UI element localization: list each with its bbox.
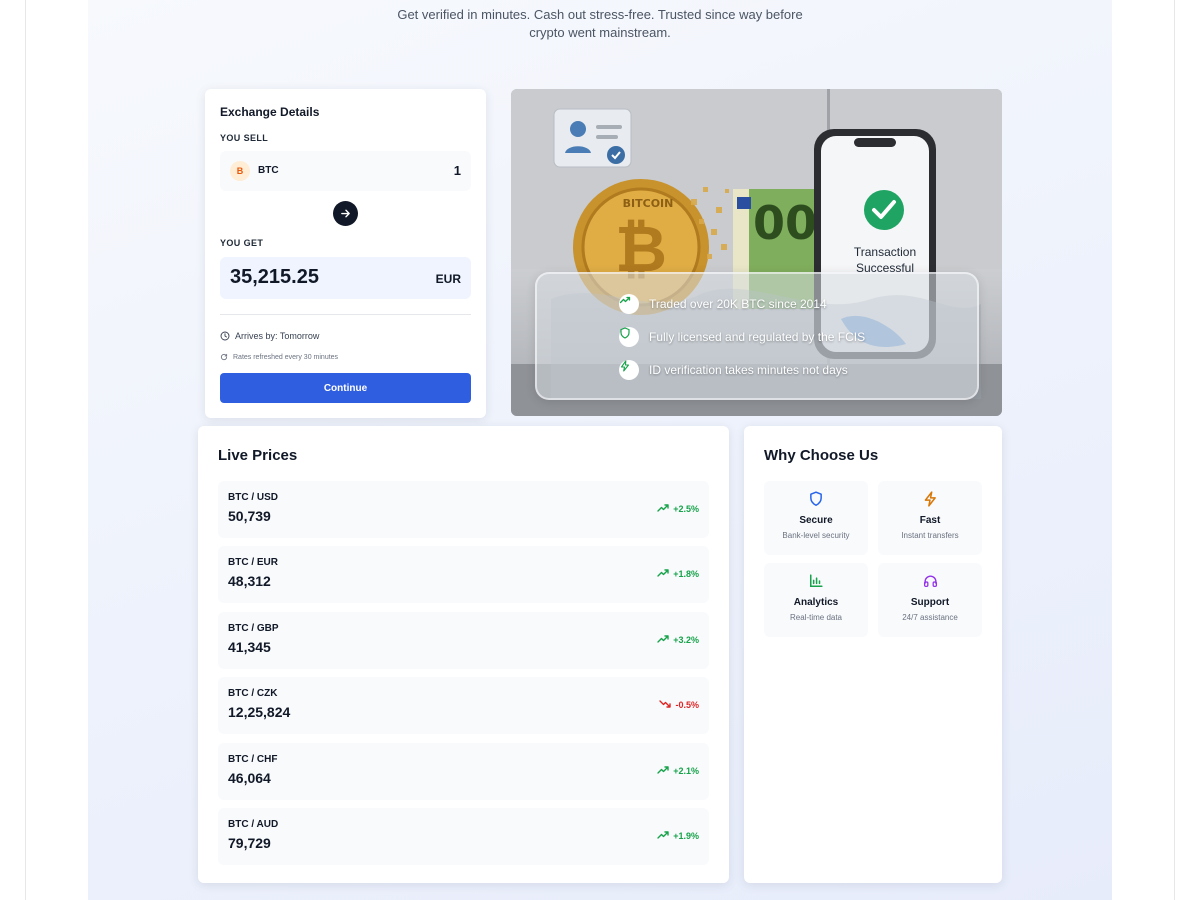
feature-item-licensed: Fully licensed and regulated by the FCIS [619,327,865,347]
feature-text-licensed: Fully licensed and regulated by the FCIS [649,330,866,344]
shield-icon [619,327,639,347]
price-change: -0.5% [659,699,699,711]
lightning-icon [923,491,937,507]
live-prices-card: Live Prices BTC / USD 50,739 +2.5% BTC / EU… [198,426,729,883]
price-value: 48,312 [228,573,271,590]
trending-down-icon [659,699,672,711]
live-prices-title: Live Prices [218,447,298,464]
arrow-right-icon [341,209,350,218]
bitcoin-icon: B [230,161,250,181]
price-change: +2.5% [657,503,699,515]
get-output: 35,215.25 EUR [220,257,471,299]
refresh-text: Rates refreshed every 30 minutes [233,353,339,361]
why-tile-support: Support 24/7 assistance [878,563,982,637]
phone-text-line-1: Transaction [854,245,916,259]
lightning-icon [619,360,639,380]
trending-up-icon [657,765,669,777]
price-row[interactable]: BTC / CZK 12,25,824 -0.5% [218,677,709,735]
sell-coin-name: BTC [258,165,279,176]
price-change-value: +3.2% [673,634,699,645]
trending-up-icon [657,634,669,646]
price-change-value: -0.5% [675,700,699,711]
refresh-info: Rates refreshed every 30 minutes [220,353,338,361]
why-tile-description: 24/7 assistance [902,613,958,622]
feature-item-verification: ID verification takes minutes not days [619,360,848,380]
price-change-value: +2.5% [673,504,699,514]
bar-chart-icon [809,573,823,589]
why-grid: Secure Bank-level security Fast Instant tra… [764,481,983,637]
exchange-details-title: Exchange Details [220,105,320,119]
get-amount: 35,215.25 [230,266,319,288]
why-tile-title: Analytics [793,597,839,608]
you-sell-label: YOU SELL [220,133,269,143]
features-overlay: Traded over 20K BTC since 2014 Fully lic… [535,272,979,400]
why-tile-secure: Secure Bank-level security [764,481,868,555]
price-value: 12,25,824 [228,704,291,721]
hero-subtitle: Get verified in minutes. Cash out stress… [350,6,850,42]
clock-icon [220,331,230,341]
price-pair: BTC / GBP [228,622,279,634]
divider [220,314,471,315]
why-tile-analytics: Analytics Real-time data [764,563,868,637]
hero-image: ₿ BITCOIN 00 Transaction Successful Trad… [511,89,1002,416]
shield-icon [809,491,823,507]
price-row[interactable]: BTC / USD 50,739 +2.5% [218,481,709,538]
trending-up-icon [657,568,669,580]
arrival-info: Arrives by: Tomorrow [220,331,319,341]
price-value: 41,345 [228,638,271,655]
feature-text-traded: Traded over 20K BTC since 2014 [649,297,827,311]
price-value: 79,729 [228,834,271,851]
hero-subtitle-line-1: Get verified in minutes. Cash out stress… [397,7,803,22]
sell-amount[interactable]: 1 [454,163,461,178]
why-tile-fast: Fast Instant transfers [878,481,982,555]
price-pair: BTC / USD [228,492,278,503]
price-value: 50,739 [228,508,271,524]
why-tile-title: Support [910,597,950,608]
price-change-value: +2.1% [673,765,699,776]
why-tile-description: Bank-level security [782,531,850,540]
price-change: +3.2% [657,634,699,646]
price-row[interactable]: BTC / EUR 48,312 +1.8% [218,546,709,604]
get-currency: EUR [435,272,461,286]
price-change-value: +1.8% [673,569,699,580]
sell-input[interactable]: B BTC 1 [220,151,471,191]
price-list: BTC / USD 50,739 +2.5% BTC / EUR 48,312 +1.8%… [218,481,709,873]
refresh-icon [220,353,228,361]
price-pair: BTC / CZK [228,688,278,700]
headphones-icon [923,573,938,589]
price-change-value: +1.9% [673,830,699,841]
price-change: +2.1% [657,765,699,777]
price-change: +1.9% [657,830,699,842]
coin-text: BITCOIN [623,197,674,210]
price-change: +1.8% [657,568,699,580]
why-tile-description: Real-time data [789,613,843,622]
trending-up-icon [657,830,669,842]
trending-up-icon [619,294,639,314]
feature-text-verification: ID verification takes minutes not days [649,363,848,377]
price-row[interactable]: BTC / GBP 41,345 +3.2% [218,611,709,669]
feature-item-traded: Traded over 20K BTC since 2014 [619,294,827,314]
price-pair: BTC / AUD [228,818,279,830]
price-pair: BTC / CHF [228,753,278,765]
why-tile-title: Secure [799,515,833,526]
id-card-icon [553,108,632,168]
price-row[interactable]: BTC / AUD 79,729 +1.9% [218,807,709,865]
swap-button[interactable] [333,201,358,226]
why-tile-title: Fast [919,515,941,526]
continue-button[interactable]: Continue [220,373,471,403]
arrival-text: Arrives by: Tomorrow [235,331,320,341]
price-row[interactable]: BTC / CHF 46,064 +2.1% [218,742,709,800]
trending-up-icon [657,503,669,515]
why-choose-us-card: Why Choose Us Secure Bank-level security F… [744,426,1002,883]
you-get-label: YOU GET [220,238,264,248]
price-pair: BTC / EUR [228,557,278,569]
hero-subtitle-line-2: crypto went mainstream. [529,25,671,40]
why-tile-description: Instant transfers [901,531,959,540]
banknote-text: 00 [753,196,817,250]
exchange-details-card: Exchange Details YOU SELL B BTC 1 YOU GE… [205,89,486,418]
why-choose-us-title: Why Choose Us [764,447,879,464]
price-value: 46,064 [228,769,271,786]
